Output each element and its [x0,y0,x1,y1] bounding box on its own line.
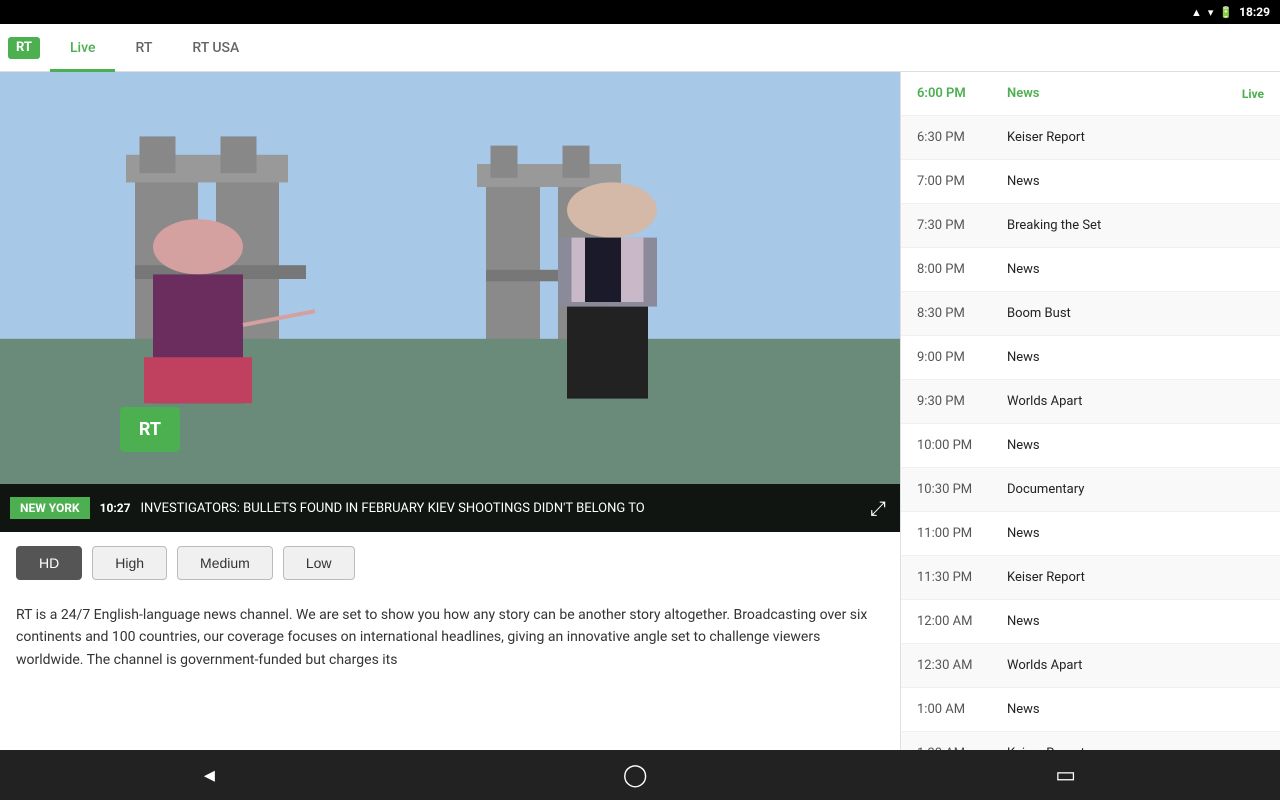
description: RT is a 24/7 English-language news chann… [0,594,900,691]
schedule-show: Worlds Apart [1007,394,1264,409]
schedule-show: Boom Bust [1007,306,1264,321]
schedule-time: 11:00 PM [917,526,1007,541]
ticker-location: NEW YORK [10,497,90,519]
schedule-time: 6:30 PM [917,130,1007,145]
video-background [0,72,900,532]
rt-overlay-logo: RT [120,407,180,452]
rt-overlay-text: RT [139,419,161,440]
schedule-show: News [1007,350,1264,365]
back-button[interactable]: ◂ [184,755,235,796]
schedule-time: 8:30 PM [917,306,1007,321]
schedule-show: Breaking the Set [1007,218,1264,233]
tab-rt-usa[interactable]: RT USA [172,24,259,72]
schedule-panel: 6:00 PMNewsLive6:30 PMKeiser Report7:00 … [900,72,1280,750]
schedule-row[interactable]: 6:00 PMNews Live [901,72,1280,116]
tab-live[interactable]: Live [50,24,115,72]
schedule-show: News [1007,438,1264,453]
bottom-nav: ◂ ◯ ▭ [0,750,1280,800]
schedule-row[interactable]: 9:00 PMNews [901,336,1280,380]
ticker-text: INVESTIGATORS: BULLETS FOUND IN FEBRUARY… [140,501,856,516]
schedule-show: Keiser Report [1007,130,1264,145]
status-bar: ▲ ▾ 🔋 18:29 [0,0,1280,24]
schedule-show: Documentary [1007,482,1264,497]
ticker-time: 10:27 [90,501,141,515]
schedule-row[interactable]: 7:30 PMBreaking the Set [901,204,1280,248]
rt-logo: RT [8,37,40,59]
video-frame: RT NEW YORK 10:27 INVESTIGATORS: BULLETS… [0,72,900,532]
scene-svg [0,72,900,532]
schedule-row[interactable]: 11:30 PMKeiser Report [901,556,1280,600]
schedule-show: News [1007,174,1264,189]
schedule-time: 8:00 PM [917,262,1007,277]
schedule-time: 10:30 PM [917,482,1007,497]
schedule-show: News [1007,614,1264,629]
signal-icon: ▲ [1191,6,1202,19]
schedule-time: 11:30 PM [917,570,1007,585]
description-text: RT is a 24/7 English-language news chann… [16,604,884,671]
quality-low-button[interactable]: Low [283,546,355,580]
schedule-time: 9:00 PM [917,350,1007,365]
schedule-row[interactable]: 7:00 PMNews [901,160,1280,204]
quality-bar: HD High Medium Low [0,532,900,594]
schedule-time: 7:30 PM [917,218,1007,233]
schedule-row[interactable]: 11:00 PMNews [901,512,1280,556]
recents-button[interactable]: ▭ [1035,755,1096,796]
schedule-show: News [1007,262,1264,277]
wifi-icon: ▾ [1208,6,1214,19]
schedule-row[interactable]: 12:00 AMNews [901,600,1280,644]
schedule-time: 10:00 PM [917,438,1007,453]
schedule-time: 6:00 PM [917,86,1007,101]
schedule-row[interactable]: 1:30 AMKeiser Report [901,732,1280,750]
schedule-time: 7:00 PM [917,174,1007,189]
schedule-row[interactable]: 10:30 PMDocumentary [901,468,1280,512]
quality-hd-button[interactable]: HD [16,546,82,580]
fullscreen-button[interactable]: ⤢ [856,496,900,520]
schedule-row[interactable]: 6:30 PMKeiser Report [901,116,1280,160]
schedule-time: 9:30 PM [917,394,1007,409]
schedule-list: 6:00 PMNewsLive6:30 PMKeiser Report7:00 … [901,72,1280,750]
schedule-time: 12:00 AM [917,614,1007,629]
schedule-row[interactable]: 8:00 PMNews [901,248,1280,292]
time-display: 18:29 [1239,5,1270,19]
schedule-row[interactable]: 10:00 PMNews [901,424,1280,468]
video-container: RT NEW YORK 10:27 INVESTIGATORS: BULLETS… [0,72,900,532]
tab-rt[interactable]: RT [115,24,172,72]
left-panel: RT NEW YORK 10:27 INVESTIGATORS: BULLETS… [0,72,900,750]
news-ticker: NEW YORK 10:27 INVESTIGATORS: BULLETS FO… [0,484,900,532]
quality-high-button[interactable]: High [92,546,167,580]
schedule-row[interactable]: 8:30 PMBoom Bust [901,292,1280,336]
schedule-show: Keiser Report [1007,570,1264,585]
schedule-row[interactable]: 9:30 PMWorlds Apart [901,380,1280,424]
schedule-show: Worlds Apart [1007,658,1264,673]
home-button[interactable]: ◯ [603,755,668,796]
quality-medium-button[interactable]: Medium [177,546,273,580]
rt-logo-text: RT [16,40,32,55]
schedule-show: News [1007,86,1234,101]
main-content: RT NEW YORK 10:27 INVESTIGATORS: BULLETS… [0,72,1280,750]
battery-icon: 🔋 [1219,6,1233,19]
schedule-row[interactable]: 1:00 AMNews [901,688,1280,732]
schedule-show: News [1007,702,1264,717]
schedule-show: News [1007,526,1264,541]
live-badge: Live [1242,87,1264,101]
tab-bar: RT Live RT RT USA [0,24,1280,72]
schedule-row[interactable]: 12:30 AMWorlds Apart [901,644,1280,688]
schedule-time: 1:00 AM [917,702,1007,717]
schedule-time: 12:30 AM [917,658,1007,673]
